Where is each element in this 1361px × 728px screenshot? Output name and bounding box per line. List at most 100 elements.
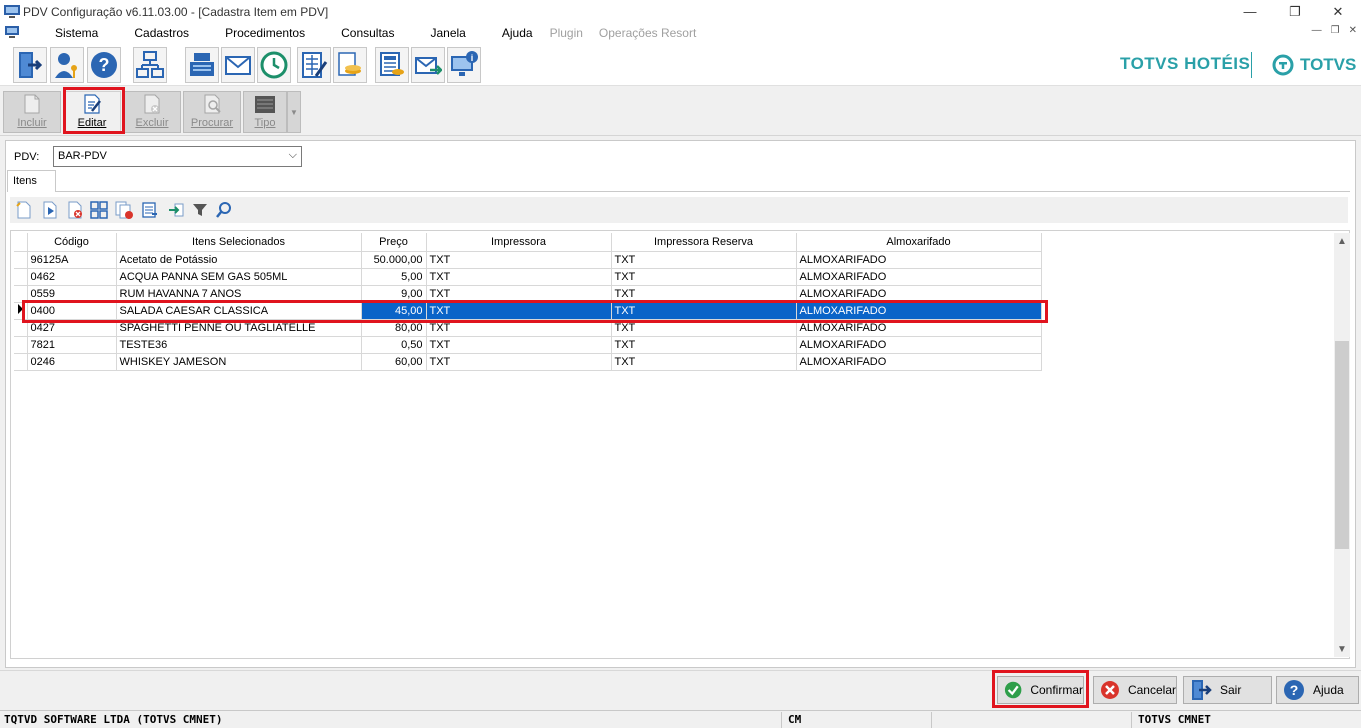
cell-reserva[interactable]: TXT — [611, 319, 797, 337]
table-row[interactable]: 0559 RUM HAVANNA 7 ANOS 9,00 TXT TXT ALM… — [14, 285, 1042, 303]
cell-reserva[interactable]: TXT — [611, 285, 797, 303]
cell-preco[interactable]: 45,00 — [361, 302, 427, 320]
cell-preco[interactable]: 50.000,00 — [361, 251, 427, 269]
history-button[interactable] — [257, 47, 291, 83]
cell-preco[interactable]: 60,00 — [361, 353, 427, 371]
menu-janela[interactable]: Janela — [412, 26, 483, 40]
cell-almox[interactable]: ALMOXARIFADO — [796, 251, 1042, 269]
user-key-button[interactable] — [50, 47, 84, 83]
monitor-info-button[interactable]: i — [447, 47, 481, 83]
cell-codigo[interactable]: 7821 — [27, 336, 117, 354]
mdi-app-icon[interactable] — [5, 26, 19, 39]
cell-almox[interactable]: ALMOXARIFADO — [796, 302, 1042, 320]
cell-reserva[interactable]: TXT — [611, 251, 797, 269]
cell-preco[interactable]: 0,50 — [361, 336, 427, 354]
mail-button[interactable] — [221, 47, 255, 83]
cell-item[interactable]: ACQUA PANNA SEM GAS 505ML — [116, 268, 362, 286]
cell-reserva[interactable]: TXT — [611, 353, 797, 371]
money-edit-button[interactable] — [333, 47, 367, 83]
tab-itens[interactable]: Itens — [7, 170, 56, 192]
cell-impressora[interactable]: TXT — [426, 353, 612, 371]
cell-item[interactable]: WHISKEY JAMESON — [116, 353, 362, 371]
cell-impressora[interactable]: TXT — [426, 336, 612, 354]
col-impressora-reserva[interactable]: Impressora Reserva — [611, 233, 797, 252]
cell-codigo[interactable]: 0246 — [27, 353, 117, 371]
calc-coins-button[interactable] — [375, 47, 409, 83]
scroll-down-icon[interactable]: ▼ — [1334, 641, 1350, 657]
menu-sistema[interactable]: Sistema — [37, 26, 116, 40]
grid-export-button[interactable] — [140, 200, 160, 220]
cell-impressora[interactable]: TXT — [426, 319, 612, 337]
send-mail-button[interactable] — [411, 47, 445, 83]
table-row[interactable]: 0462 ACQUA PANNA SEM GAS 505ML 5,00 TXT … — [14, 268, 1042, 286]
close-button[interactable]: ✕ — [1315, 0, 1361, 23]
mdi-restore-button[interactable]: ❐ — [1331, 25, 1340, 36]
menu-consultas[interactable]: Consultas — [323, 26, 412, 40]
col-preco[interactable]: Preço — [361, 233, 427, 252]
grid-filter-button[interactable] — [190, 200, 210, 220]
col-itens-selecionados[interactable]: Itens Selecionados — [116, 233, 362, 252]
table-row[interactable]: 0427 SPAGHETTI PENNE OU TAGLIATELLE 80,0… — [14, 319, 1042, 337]
org-chart-button[interactable] — [133, 47, 167, 83]
grid-vertical-scrollbar[interactable]: ▲ ▼ — [1334, 233, 1350, 657]
col-almoxarifado[interactable]: Almoxarifado — [796, 233, 1042, 252]
cell-codigo[interactable]: 0559 — [27, 285, 117, 303]
col-impressora[interactable]: Impressora — [426, 233, 612, 252]
cell-preco[interactable]: 5,00 — [361, 268, 427, 286]
restore-button[interactable]: ❐ — [1272, 0, 1318, 23]
cell-almox[interactable]: ALMOXARIFADO — [796, 319, 1042, 337]
grid-search-button[interactable] — [214, 200, 234, 220]
pdv-select[interactable]: BAR-PDV ⌵ — [53, 146, 302, 167]
cell-impressora[interactable]: TXT — [426, 302, 612, 320]
procurar-button[interactable]: Procurar — [183, 91, 241, 133]
table-row[interactable]: 96125A Acetato de Potássio 50.000,00 TXT… — [14, 251, 1042, 269]
cell-item[interactable]: SPAGHETTI PENNE OU TAGLIATELLE — [116, 319, 362, 337]
cell-impressora[interactable]: TXT — [426, 268, 612, 286]
cell-codigo[interactable]: 0427 — [27, 319, 117, 337]
minimize-button[interactable]: — — [1227, 0, 1273, 23]
grid-copy-delete-button[interactable] — [114, 200, 134, 220]
ajuda-button[interactable]: ? Ajuda — [1276, 676, 1359, 704]
help-button[interactable]: ? — [87, 47, 121, 83]
scroll-thumb[interactable] — [1335, 341, 1349, 549]
cell-item[interactable]: RUM HAVANNA 7 ANOS — [116, 285, 362, 303]
cell-item[interactable]: SALADA CAESAR CLASSICA — [116, 302, 362, 320]
cell-codigo[interactable]: 96125A — [27, 251, 117, 269]
exit-door-button[interactable] — [13, 47, 47, 83]
cell-almox[interactable]: ALMOXARIFADO — [796, 353, 1042, 371]
table-row[interactable]: 0246 WHISKEY JAMESON 60,00 TXT TXT ALMOX… — [14, 353, 1042, 371]
cell-reserva[interactable]: TXT — [611, 302, 797, 320]
cell-almox[interactable]: ALMOXARIFADO — [796, 336, 1042, 354]
table-row-selected[interactable]: 0400 SALADA CAESAR CLASSICA 45,00 TXT TX… — [14, 302, 1042, 320]
cell-codigo[interactable]: 0462 — [27, 268, 117, 286]
tipo-button[interactable]: Tipo — [243, 91, 287, 133]
cell-reserva[interactable]: TXT — [611, 268, 797, 286]
table-row[interactable]: 7821 TESTE36 0,50 TXT TXT ALMOXARIFADO — [14, 336, 1042, 354]
cell-almox[interactable]: ALMOXARIFADO — [796, 268, 1042, 286]
cell-codigo[interactable]: 0400 — [27, 302, 117, 320]
grid-edit-button[interactable] — [40, 200, 60, 220]
grid-new-button[interactable] — [14, 200, 34, 220]
menu-procedimentos[interactable]: Procedimentos — [207, 26, 323, 40]
edit-sheet-button[interactable] — [297, 47, 331, 83]
confirmar-button[interactable]: Confirmar — [997, 676, 1084, 704]
mdi-close-button[interactable]: ✕ — [1349, 25, 1357, 36]
scroll-up-icon[interactable]: ▲ — [1334, 233, 1350, 249]
cash-register-button[interactable] — [185, 47, 219, 83]
cell-item[interactable]: Acetato de Potássio — [116, 251, 362, 269]
cancelar-button[interactable]: Cancelar — [1093, 676, 1177, 704]
excluir-button[interactable]: Excluir — [123, 91, 181, 133]
grid-delete-button[interactable] — [65, 200, 85, 220]
cell-impressora[interactable]: TXT — [426, 251, 612, 269]
cell-preco[interactable]: 80,00 — [361, 319, 427, 337]
sair-button[interactable]: Sair — [1183, 676, 1272, 704]
menu-cadastros[interactable]: Cadastros — [116, 26, 207, 40]
cell-preco[interactable]: 9,00 — [361, 285, 427, 303]
cell-reserva[interactable]: TXT — [611, 336, 797, 354]
cell-almox[interactable]: ALMOXARIFADO — [796, 285, 1042, 303]
tipo-dropdown-button[interactable]: ▼ — [287, 91, 301, 133]
editar-button[interactable]: Editar — [63, 91, 121, 133]
col-codigo[interactable]: Código — [27, 233, 117, 252]
grid-layout-button[interactable] — [89, 200, 109, 220]
incluir-button[interactable]: Incluir — [3, 91, 61, 133]
